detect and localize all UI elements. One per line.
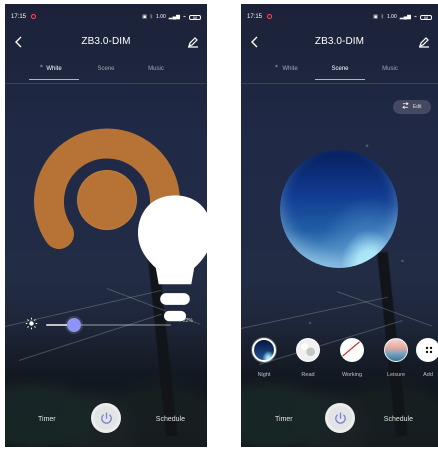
bottom-actions: Timer Schedule: [5, 403, 207, 437]
speed-readout: 1.00: [387, 14, 397, 20]
scene-list: Night Read Working Leisure Add: [247, 338, 438, 388]
power-icon: [335, 412, 346, 424]
bottom-actions: Timer Schedule: [241, 403, 438, 437]
scene-night[interactable]: Night: [247, 338, 281, 378]
bluetooth-icon: ᛒ: [150, 14, 154, 20]
scene-working-label: Working: [341, 372, 363, 378]
light-bulb-button[interactable]: [77, 170, 207, 322]
tab-scene[interactable]: Scene: [81, 66, 131, 79]
brightness-control: 22%: [25, 314, 193, 334]
screen-icon: ▣: [373, 14, 378, 20]
power-button[interactable]: [325, 403, 355, 433]
schedule-button[interactable]: Schedule: [384, 416, 413, 423]
device-title: ZB3.0-DIM: [81, 36, 131, 47]
scene-edit-button[interactable]: Edit: [393, 100, 431, 114]
status-icons: ▣ ᛒ 1.00 ▂▄▆ ⌁ 88: [373, 10, 432, 24]
brightness-slider[interactable]: [46, 318, 171, 332]
brightness-slider-thumb[interactable]: [66, 318, 81, 332]
screen-icon: ▣: [142, 14, 147, 20]
cellular-icon: ▂▄▆: [168, 14, 180, 20]
tab-music[interactable]: Music: [131, 66, 181, 79]
timer-button[interactable]: Timer: [38, 416, 56, 423]
scene-leisure[interactable]: Leisure: [379, 338, 413, 378]
scene-edit-label: Edit: [412, 104, 422, 110]
recording-dot-icon: [266, 13, 272, 19]
speed-readout: 1.00: [156, 14, 166, 20]
battery-icon: 88: [420, 14, 432, 20]
edit-pencil-icon[interactable]: [418, 36, 430, 48]
brightness-sun-icon: [25, 317, 38, 330]
bluetooth-icon: ᛒ: [381, 14, 385, 20]
tab-white[interactable]: White: [29, 66, 79, 80]
recording-dot-icon: [30, 13, 36, 19]
scene-leisure-label: Leisure: [386, 372, 406, 378]
schedule-button[interactable]: Schedule: [156, 416, 185, 423]
power-icon: [101, 412, 112, 424]
status-icons: ▣ ᛒ 1.00 ▂▄▆ ⌁ 88: [142, 10, 201, 24]
power-button[interactable]: [91, 403, 121, 433]
edit-pencil-icon[interactable]: [187, 36, 199, 48]
white-control-screen: 17:15 ▣ ᛒ 1.00 ▂▄▆ ⌁ 88 ZB3.0-DIM White …: [5, 4, 207, 447]
add-scene-icon: [416, 338, 438, 362]
timer-button[interactable]: Timer: [275, 416, 293, 423]
mode-tabs: White Scene Music: [5, 62, 207, 84]
tab-divider: [5, 83, 207, 84]
battery-icon: 88: [189, 14, 201, 20]
status-bar: 17:15 ▣ ᛒ 1.00 ▂▄▆ ⌁ 88: [5, 10, 207, 24]
tab-music[interactable]: Music: [365, 66, 415, 79]
status-bar: 17:15 ▣ ᛒ 1.00 ▂▄▆ ⌁ 88: [241, 10, 438, 24]
scene-read[interactable]: Read: [291, 338, 325, 378]
status-time: 17:15: [247, 10, 272, 24]
working-scene-icon: [340, 338, 364, 362]
scene-add-label: Add: [423, 372, 433, 378]
scene-add[interactable]: Add: [411, 338, 438, 378]
read-scene-icon: [296, 338, 320, 362]
app-header: ZB3.0-DIM: [241, 34, 438, 52]
app-header: ZB3.0-DIM: [5, 34, 207, 52]
scene-read-label: Read: [301, 372, 315, 378]
scene-working[interactable]: Working: [335, 338, 369, 378]
tab-scene[interactable]: Scene: [315, 66, 365, 80]
swap-icon: [402, 102, 410, 109]
brightness-percent: 22%: [182, 318, 193, 324]
status-time: 17:15: [11, 10, 36, 24]
tab-white[interactable]: White: [265, 66, 315, 79]
night-scene-icon: [252, 338, 276, 362]
add-dots-icon: [425, 346, 433, 354]
device-title: ZB3.0-DIM: [314, 36, 365, 47]
white-color-dial[interactable]: [33, 126, 207, 322]
tab-divider: [241, 83, 438, 84]
wifi-icon: ⌁: [182, 14, 186, 20]
wifi-icon: ⌁: [413, 14, 417, 20]
scene-night-label: Night: [257, 372, 271, 378]
leisure-scene-icon: [384, 338, 408, 362]
scene-control-screen: 17:15 ▣ ᛒ 1.00 ▂▄▆ ⌁ 88 ZB3.0-DIM White …: [241, 4, 438, 447]
mode-tabs: White Scene Music: [241, 62, 438, 84]
night-scene-preview: [280, 150, 398, 268]
cellular-icon: ▂▄▆: [399, 14, 411, 20]
